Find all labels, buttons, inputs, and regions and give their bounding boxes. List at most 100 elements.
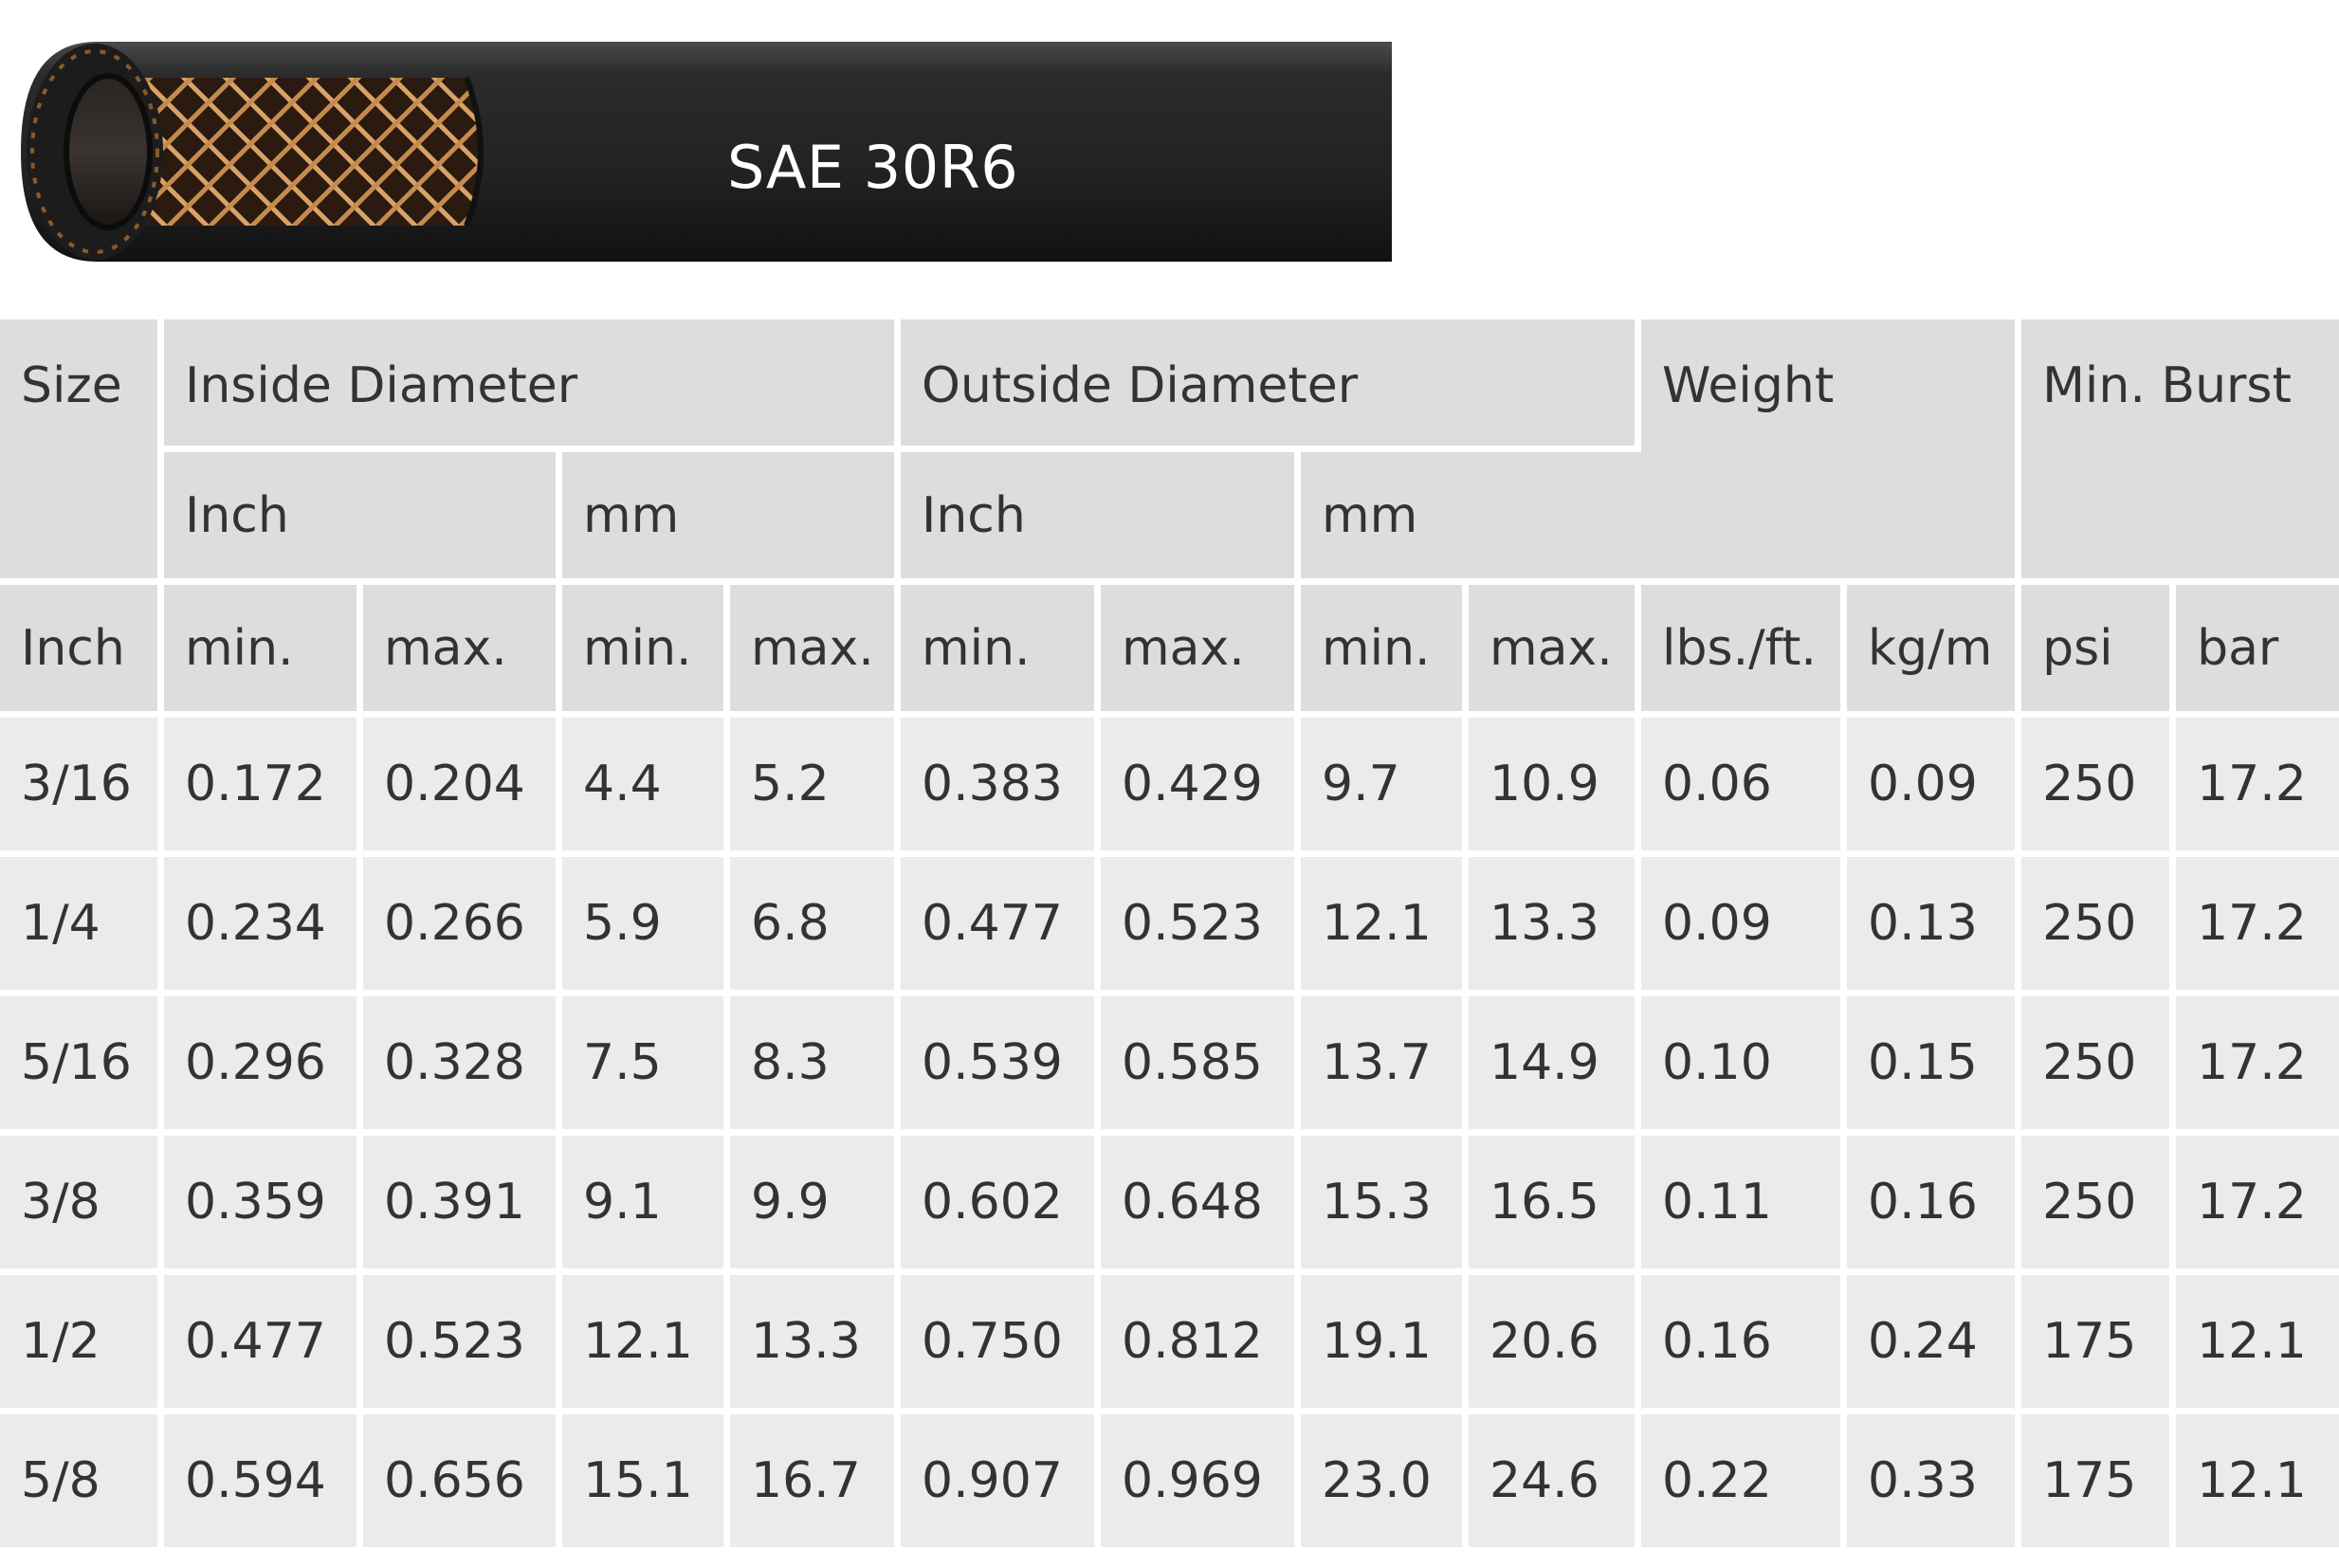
table-row: 3/8 0.359 0.391 9.1 9.9 0.602 0.648 15.3… (0, 1136, 2339, 1275)
cell-burst-bar: 17.2 (2176, 996, 2339, 1136)
cell-id-mm-max: 9.9 (730, 1136, 901, 1275)
header-od-inch: Inch (901, 452, 1301, 585)
header-row-groups: Size Inside Diameter Outside Diameter We… (0, 319, 2339, 585)
cell-id-inch-min: 0.477 (164, 1275, 363, 1414)
cell-burst-bar: 17.2 (2176, 857, 2339, 996)
braided-hose-image: SAE 30R6 (21, 40, 1392, 264)
cell-id-mm-min: 5.9 (562, 857, 730, 996)
header-size-unit: Inch (0, 585, 164, 718)
cell-weight-lbs: 0.16 (1641, 1275, 1848, 1414)
header-id-inch: Inch (164, 452, 562, 585)
cell-burst-psi: 175 (2021, 1275, 2177, 1414)
header-id-mm-max: max. (730, 585, 901, 718)
cell-weight-kg: 0.15 (1847, 996, 2022, 1136)
table-row: 1/2 0.477 0.523 12.1 13.3 0.750 0.812 19… (0, 1275, 2339, 1414)
cell-id-mm-max: 13.3 (730, 1275, 901, 1414)
cell-burst-psi: 250 (2021, 1136, 2177, 1275)
cell-od-mm-min: 13.7 (1301, 996, 1469, 1136)
cell-id-inch-max: 0.266 (363, 857, 562, 996)
header-od-inch-min: min. (901, 585, 1101, 718)
spec-table-body: 3/16 0.172 0.204 4.4 5.2 0.383 0.429 9.7… (0, 718, 2339, 1554)
cell-od-inch-min: 0.602 (901, 1136, 1101, 1275)
cell-od-mm-min: 15.3 (1301, 1136, 1469, 1275)
cell-id-inch-max: 0.204 (363, 718, 562, 857)
header-weight: Weight (1641, 319, 2022, 585)
cell-od-inch-min: 0.539 (901, 996, 1101, 1136)
header-min-burst: Min. Burst (2021, 319, 2339, 585)
cell-weight-kg: 0.09 (1847, 718, 2022, 857)
hose-title: SAE 30R6 (727, 133, 1019, 202)
header-inside-diameter: Inside Diameter (164, 319, 901, 452)
table-row: 1/4 0.234 0.266 5.9 6.8 0.477 0.523 12.1… (0, 857, 2339, 996)
cell-od-inch-min: 0.907 (901, 1414, 1101, 1554)
cell-burst-bar: 12.1 (2176, 1414, 2339, 1554)
cell-burst-bar: 17.2 (2176, 718, 2339, 857)
header-burst-bar: bar (2176, 585, 2339, 718)
cell-burst-bar: 12.1 (2176, 1275, 2339, 1414)
cell-od-inch-min: 0.750 (901, 1275, 1101, 1414)
header-id-mm-min: min. (562, 585, 730, 718)
cell-od-mm-max: 14.9 (1469, 996, 1642, 1136)
cell-od-mm-max: 16.5 (1469, 1136, 1642, 1275)
cell-od-mm-min: 9.7 (1301, 718, 1469, 857)
cell-burst-psi: 250 (2021, 718, 2177, 857)
cell-od-inch-max: 0.969 (1101, 1414, 1301, 1554)
cell-id-mm-max: 5.2 (730, 718, 901, 857)
header-od-inch-max: max. (1101, 585, 1301, 718)
header-size: Size (0, 319, 164, 585)
cell-id-mm-min: 4.4 (562, 718, 730, 857)
header-burst-psi: psi (2021, 585, 2177, 718)
cell-od-mm-min: 19.1 (1301, 1275, 1469, 1414)
cell-od-inch-max: 0.648 (1101, 1136, 1301, 1275)
cell-weight-lbs: 0.09 (1641, 857, 1848, 996)
cell-id-mm-min: 9.1 (562, 1136, 730, 1275)
cell-id-inch-max: 0.391 (363, 1136, 562, 1275)
cell-burst-psi: 175 (2021, 1414, 2177, 1554)
cell-od-inch-max: 0.429 (1101, 718, 1301, 857)
cell-size: 3/8 (0, 1136, 164, 1275)
cell-size: 3/16 (0, 718, 164, 857)
cell-od-mm-max: 13.3 (1469, 857, 1642, 996)
header-outside-diameter: Outside Diameter (901, 319, 1642, 452)
table-row: 3/16 0.172 0.204 4.4 5.2 0.383 0.429 9.7… (0, 718, 2339, 857)
header-weight-kg: kg/m (1847, 585, 2022, 718)
cell-id-inch-min: 0.296 (164, 996, 363, 1136)
cell-od-inch-min: 0.477 (901, 857, 1101, 996)
cell-burst-bar: 17.2 (2176, 1136, 2339, 1275)
cell-id-inch-max: 0.656 (363, 1414, 562, 1554)
header-od-mm-max: max. (1469, 585, 1642, 718)
cell-weight-lbs: 0.22 (1641, 1414, 1848, 1554)
cell-id-inch-min: 0.594 (164, 1414, 363, 1554)
header-weight-lbs: lbs./ft. (1641, 585, 1848, 718)
cell-size: 1/4 (0, 857, 164, 996)
cell-id-mm-min: 15.1 (562, 1414, 730, 1554)
cell-od-mm-max: 24.6 (1469, 1414, 1642, 1554)
cell-size: 5/8 (0, 1414, 164, 1554)
cell-weight-lbs: 0.10 (1641, 996, 1848, 1136)
cell-od-inch-min: 0.383 (901, 718, 1101, 857)
cell-id-mm-min: 7.5 (562, 996, 730, 1136)
cell-id-inch-min: 0.172 (164, 718, 363, 857)
cell-od-mm-min: 12.1 (1301, 857, 1469, 996)
cell-od-mm-max: 20.6 (1469, 1275, 1642, 1414)
table-row: 5/8 0.594 0.656 15.1 16.7 0.907 0.969 23… (0, 1414, 2339, 1554)
cell-od-inch-max: 0.585 (1101, 996, 1301, 1136)
cell-id-inch-min: 0.234 (164, 857, 363, 996)
table-row: 5/16 0.296 0.328 7.5 8.3 0.539 0.585 13.… (0, 996, 2339, 1136)
header-row-minmax: Inch min. max. min. max. min. max. min. … (0, 585, 2339, 718)
cell-od-inch-max: 0.523 (1101, 857, 1301, 996)
cell-weight-lbs: 0.11 (1641, 1136, 1848, 1275)
cell-id-inch-max: 0.523 (363, 1275, 562, 1414)
header-id-inch-max: max. (363, 585, 562, 718)
cell-od-mm-min: 23.0 (1301, 1414, 1469, 1554)
cell-burst-psi: 250 (2021, 857, 2177, 996)
cell-weight-lbs: 0.06 (1641, 718, 1848, 857)
cell-weight-kg: 0.33 (1847, 1414, 2022, 1554)
cell-weight-kg: 0.13 (1847, 857, 2022, 996)
cell-weight-kg: 0.24 (1847, 1275, 2022, 1414)
cell-od-inch-max: 0.812 (1101, 1275, 1301, 1414)
cell-size: 1/2 (0, 1275, 164, 1414)
header-od-mm: mm (1301, 452, 1642, 585)
cell-id-inch-max: 0.328 (363, 996, 562, 1136)
header-id-mm: mm (562, 452, 901, 585)
